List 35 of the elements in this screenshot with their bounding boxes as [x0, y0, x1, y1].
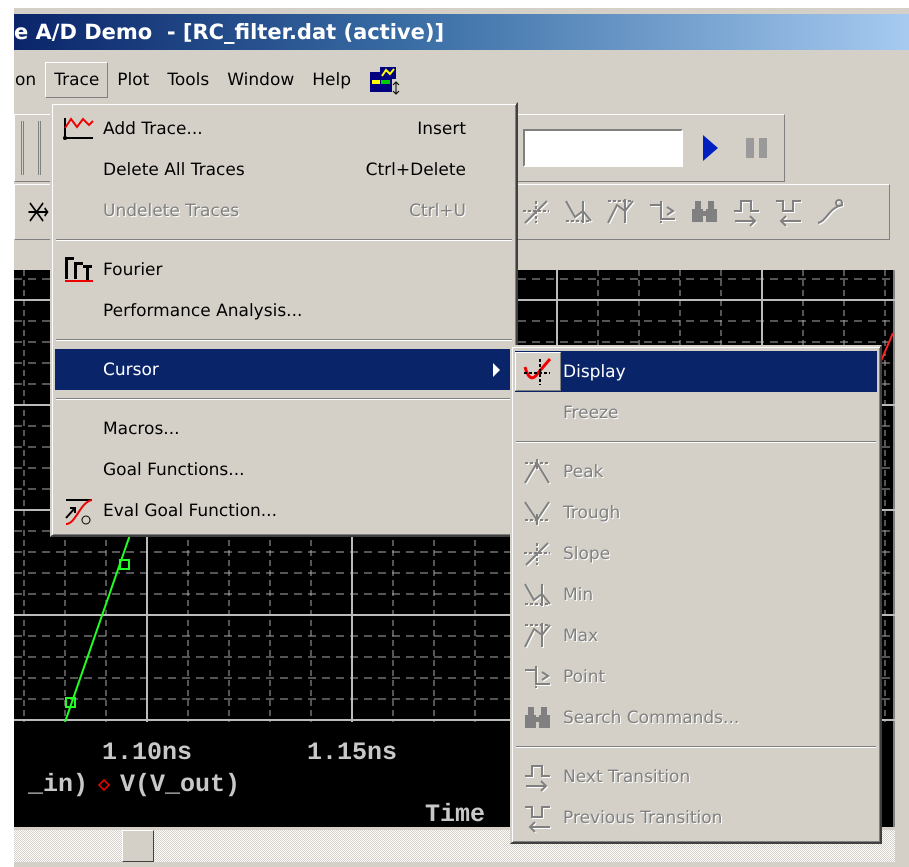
menu-item[interactable]: Goal Functions... [55, 449, 513, 490]
scroll-thumb[interactable] [122, 830, 154, 862]
cursor-icon [522, 356, 554, 386]
menu-item[interactable]: Macros... [55, 408, 513, 449]
curve-icon[interactable] [815, 197, 847, 227]
axis-tick-label: 1.10ns [102, 738, 192, 767]
menu-item[interactable]: on [14, 62, 46, 98]
menu-item[interactable]: Trace [45, 62, 108, 98]
menu-item[interactable]: Performance Analysis... [55, 290, 513, 331]
legend-label: V(V_out) [120, 770, 240, 799]
menu-item[interactable]: Help [303, 62, 360, 98]
menu-item[interactable]: Fourier [55, 249, 513, 290]
chart-window-icon[interactable] [368, 64, 400, 96]
pause-icon [745, 137, 769, 159]
axis-title: Time [424, 800, 485, 829]
menu-item[interactable]: Plot [108, 62, 158, 98]
menu-item[interactable]: Delete All Traces Ctrl+Delete [55, 149, 513, 190]
previous-transition-icon[interactable] [773, 197, 805, 227]
play-icon [701, 134, 719, 162]
next-transition-icon[interactable] [731, 197, 763, 227]
toolbar-grip[interactable] [21, 121, 41, 175]
max-icon[interactable] [605, 197, 637, 227]
legend-label: _in) [28, 770, 88, 799]
window-title: e A/D Demo - [RC_filter.dat (active)] [14, 14, 909, 50]
submenu-arrow-icon [492, 362, 500, 376]
menu-item[interactable]: Tools [158, 62, 218, 98]
input-field[interactable] [523, 129, 683, 167]
bars-icon [62, 254, 94, 284]
menu-item[interactable]: Cursor [55, 349, 513, 390]
menu-item[interactable]: Display [515, 351, 877, 392]
menu-item[interactable]: Eval Goal Function... [55, 490, 513, 531]
axis-tick-label: 1.15ns [307, 738, 397, 767]
max-icon [522, 620, 554, 650]
menu-item[interactable]: Add Trace... Insert [55, 108, 513, 149]
menu-item[interactable]: Window [218, 62, 304, 98]
